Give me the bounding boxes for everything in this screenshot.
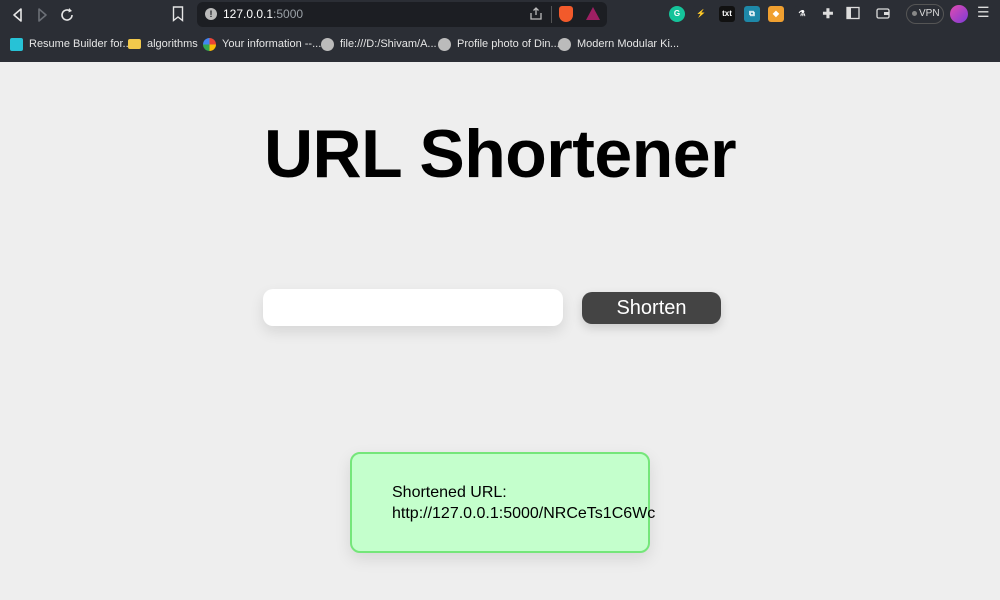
globe-icon — [558, 37, 571, 51]
brave-rewards-icon[interactable] — [586, 7, 600, 20]
bookmark-label: Profile photo of Din... — [457, 38, 560, 50]
back-button[interactable] — [8, 5, 28, 25]
bookmark-ext-icon[interactable]: ⧉ — [744, 6, 760, 22]
browser-toolbar: ! 127.0.0.1:5000 G ⚡ txt ⧉ ◆ ⚗ ✚ VPN ☰ — [0, 0, 1000, 30]
shield-ext-icon[interactable]: ◆ — [768, 6, 784, 22]
vpn-status-dot — [912, 10, 917, 16]
shortened-url: http://127.0.0.1:5000/NRCeTs1C6Wc — [392, 505, 656, 522]
browser-chrome: ! 127.0.0.1:5000 G ⚡ txt ⧉ ◆ ⚗ ✚ VPN ☰ Resume… — [0, 0, 1000, 62]
reload-button[interactable] — [57, 5, 77, 25]
forward-icon — [38, 8, 47, 22]
vpn-label: VPN — [919, 8, 940, 19]
bookmark-label: Your information --... — [222, 38, 322, 50]
google-icon — [203, 37, 216, 51]
back-icon — [13, 8, 22, 22]
bolt-icon[interactable]: ⚡ — [693, 6, 709, 22]
sidebar-icon[interactable] — [845, 6, 861, 22]
shorten-button[interactable]: Shorten — [582, 292, 721, 324]
bookmark-item[interactable]: file:///D:/Shivam/A... — [321, 33, 437, 55]
bookmark-item[interactable]: Modern Modular Ki... — [558, 33, 679, 55]
url-input[interactable] — [263, 289, 563, 326]
txt-icon[interactable]: txt — [719, 6, 735, 22]
share-icon[interactable] — [529, 7, 543, 26]
address-url: 127.0.0.1:5000 — [223, 7, 303, 21]
extensions-puzzle-icon[interactable]: ✚ — [820, 6, 836, 22]
reload-icon — [61, 8, 73, 21]
forward-button[interactable] — [32, 5, 52, 25]
bookmark-page-icon[interactable] — [172, 6, 184, 27]
vpn-button[interactable]: VPN — [906, 4, 944, 24]
site-info-icon[interactable]: ! — [205, 8, 217, 20]
address-bar[interactable]: ! 127.0.0.1:5000 — [197, 2, 607, 27]
address-port: :5000 — [273, 7, 304, 21]
menu-icon[interactable]: ☰ — [977, 4, 990, 21]
profile-avatar[interactable] — [950, 5, 968, 23]
bookmarks-bar: Resume Builder for... algorithms Your info… — [0, 33, 1000, 55]
grammarly-icon[interactable]: G — [669, 6, 685, 22]
bookmark-label: algorithms — [147, 38, 198, 50]
bookmark-label: file:///D:/Shivam/A... — [340, 38, 437, 50]
result-label: Shortened URL: — [392, 484, 507, 501]
bookmark-label: Resume Builder for... — [29, 38, 132, 50]
address-host: 127.0.0.1 — [223, 7, 274, 21]
bookmark-item[interactable]: Profile photo of Din... — [438, 33, 560, 55]
bookmark-item[interactable]: algorithms — [128, 33, 198, 55]
folder-icon — [128, 39, 141, 49]
page-title: URL Shortener — [263, 116, 737, 192]
address-separator — [551, 6, 552, 23]
n-logo-icon — [10, 37, 23, 51]
result-box: Shortened URL: http://127.0.0.1:5000/NRC… — [350, 452, 655, 553]
bookmark-item[interactable]: Your information --... — [203, 33, 321, 55]
wallet-icon[interactable] — [875, 6, 891, 22]
brave-shields-icon[interactable] — [559, 6, 573, 22]
globe-icon — [438, 37, 451, 51]
chart-ext-icon[interactable]: ⚗ — [794, 6, 810, 22]
bookmark-item[interactable]: Resume Builder for... — [10, 33, 132, 55]
globe-icon — [321, 37, 334, 51]
bookmark-label: Modern Modular Ki... — [577, 38, 680, 50]
